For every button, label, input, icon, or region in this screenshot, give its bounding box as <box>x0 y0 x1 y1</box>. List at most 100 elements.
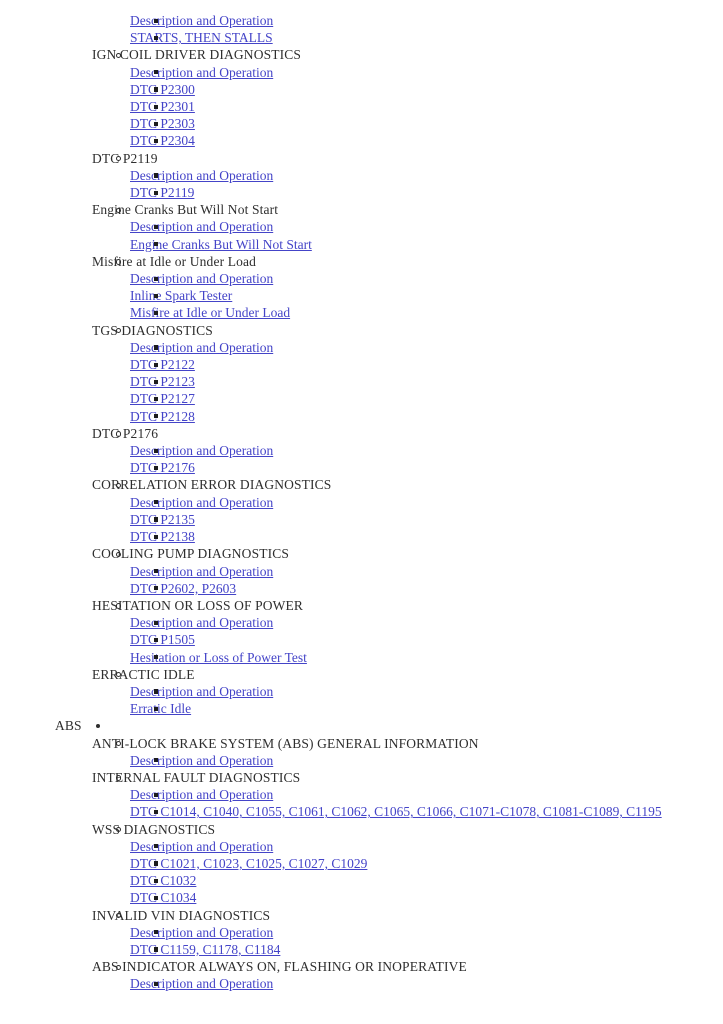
toc-link[interactable]: DTC P1505 <box>130 632 195 647</box>
toc-section-row: ABS INDICATOR ALWAYS ON, FLASHING OR INO… <box>92 958 723 975</box>
toc-link-list: Description and Operation Erratic Idle <box>92 683 723 717</box>
toc-link[interactable]: DTC P2123 <box>130 374 195 389</box>
toc-link[interactable]: DTC P2304 <box>130 133 195 148</box>
toc-link[interactable]: DTC P2122 <box>130 357 195 372</box>
toc-link[interactable]: Description and Operation <box>130 219 273 234</box>
toc-link-item: Description and Operation <box>92 924 723 941</box>
toc-link[interactable]: Description and Operation <box>130 839 273 854</box>
toc-link[interactable]: Description and Operation <box>130 65 273 80</box>
toc-link[interactable]: DTC P2135 <box>130 512 195 527</box>
toc-link[interactable]: Description and Operation <box>130 564 273 579</box>
toc-link-row: Description and Operation <box>130 563 723 580</box>
toc-section: TGS DIAGNOSTICS Description and Operation… <box>55 322 723 425</box>
toc-link-item: DTC C1014, C1040, C1055, C1061, C1062, C… <box>92 803 723 820</box>
toc-link[interactable]: Description and Operation <box>130 443 273 458</box>
toc-link-row: Description and Operation <box>130 218 723 235</box>
toc-link[interactable]: Hesitation or Loss of Power Test <box>130 650 307 665</box>
toc-link-row: DTC P2138 <box>130 528 723 545</box>
toc-section-heading: CORRELATION ERROR DIAGNOSTICS <box>92 477 332 493</box>
toc-link[interactable]: Inline Spark Tester <box>130 288 232 303</box>
toc-section-row: IGN COIL DRIVER DIAGNOSTICS <box>92 46 723 63</box>
toc-link-row: Description and Operation <box>130 270 723 287</box>
toc-link-item: DTC P2138 <box>92 528 723 545</box>
toc-section-row: Misfire at Idle or Under Load <box>92 253 723 270</box>
toc-link[interactable]: DTC C1034 <box>130 890 196 905</box>
toc-link[interactable]: DTC C1014, C1040, C1055, C1061, C1062, C… <box>130 804 662 819</box>
toc-link-row: Description and Operation <box>130 838 723 855</box>
toc-link[interactable]: DTC C1159, C1178, C1184 <box>130 942 280 957</box>
toc-link-row: STARTS, THEN STALLS <box>130 29 723 46</box>
toc-link-row: DTC C1021, C1023, C1025, C1027, C1029 <box>130 855 723 872</box>
toc-link-row: Engine Cranks But Will Not Start <box>130 236 723 253</box>
toc-link[interactable]: DTC C1032 <box>130 873 196 888</box>
toc-section-row: ERRACTIC IDLE <box>92 666 723 683</box>
toc-link-row: DTC P2303 <box>130 115 723 132</box>
toc-link[interactable]: Description and Operation <box>130 168 273 183</box>
toc-link[interactable]: Description and Operation <box>130 753 273 768</box>
toc-link[interactable]: DTC P2602, P2603 <box>130 581 236 596</box>
toc-group-abs: ABS ANTI-LOCK BRAKE SYSTEM (ABS) GENERAL … <box>0 717 723 992</box>
toc-link[interactable]: Description and Operation <box>130 13 273 28</box>
toc-section-heading: IGN COIL DRIVER DIAGNOSTICS <box>92 47 302 63</box>
toc-root-list: Description and Operation STARTS, THEN ST… <box>0 12 723 993</box>
toc-link[interactable]: Engine Cranks But Will Not Start <box>130 237 312 252</box>
toc-group-row: ABS <box>55 717 723 734</box>
toc-link[interactable]: STARTS, THEN STALLS <box>130 30 273 45</box>
toc-section: HESITATION OR LOSS OF POWER Description a… <box>55 597 723 666</box>
toc-link[interactable]: DTC C1021, C1023, C1025, C1027, C1029 <box>130 856 367 871</box>
toc-link-item: Inline Spark Tester <box>92 287 723 304</box>
toc-link[interactable]: Description and Operation <box>130 684 273 699</box>
toc-section-partial: Description and Operation STARTS, THEN ST… <box>55 12 723 46</box>
toc-link-item: DTC P2303 <box>92 115 723 132</box>
toc-link-list: Description and Operation DTC P2176 <box>92 442 723 476</box>
toc-link[interactable]: DTC P2138 <box>130 529 195 544</box>
toc-link[interactable]: DTC P2128 <box>130 409 195 424</box>
toc-link-row: DTC P1505 <box>130 631 723 648</box>
toc-link-row: Description and Operation <box>130 683 723 700</box>
toc-section: IGN COIL DRIVER DIAGNOSTICS Description a… <box>55 46 723 149</box>
toc-section-heading: Engine Cranks But Will Not Start <box>92 202 279 218</box>
toc-link-list: Description and Operation DTC P1505 Hesita… <box>92 614 723 666</box>
toc-link[interactable]: Description and Operation <box>130 615 273 630</box>
toc-section-heading: WSS DIAGNOSTICS <box>92 821 216 837</box>
toc-link[interactable]: Description and Operation <box>130 340 273 355</box>
toc-link-row: Description and Operation <box>130 786 723 803</box>
toc-link-item: Description and Operation <box>92 838 723 855</box>
toc-link-item: Description and Operation <box>92 12 723 29</box>
toc-link-row: Description and Operation <box>130 614 723 631</box>
toc-link-row: Description and Operation <box>130 752 723 769</box>
toc-link-list: Description and Operation DTC P2119 <box>92 167 723 201</box>
toc-section-heading: INVALID VIN DIAGNOSTICS <box>92 907 271 923</box>
toc-link[interactable]: DTC P2176 <box>130 460 195 475</box>
toc-section-heading: ANTI-LOCK BRAKE SYSTEM (ABS) GENERAL INF… <box>92 735 479 751</box>
toc-section-heading: DTC P2119 <box>92 150 158 166</box>
toc-link-row: Description and Operation <box>130 442 723 459</box>
toc-section-heading: COOLING PUMP DIAGNOSTICS <box>92 546 290 562</box>
toc-link[interactable]: DTC P2301 <box>130 99 195 114</box>
toc-section-heading: ERRACTIC IDLE <box>92 666 195 682</box>
toc-link-row: DTC P2119 <box>130 184 723 201</box>
toc-link[interactable]: DTC P2127 <box>130 391 195 406</box>
toc-link[interactable]: Description and Operation <box>130 495 273 510</box>
toc-link-list: Description and Operation DTC P2122 DTC P2… <box>92 339 723 425</box>
toc-link-row: Description and Operation <box>130 975 723 992</box>
toc-link-list: Description and Operation <box>92 975 723 992</box>
toc-section-row: DTC P2119 <box>92 150 723 167</box>
toc-link-row: DTC P2176 <box>130 459 723 476</box>
toc-link[interactable]: DTC P2303 <box>130 116 195 131</box>
toc-link-row: DTC P2135 <box>130 511 723 528</box>
toc-link[interactable]: Erratic Idle <box>130 701 191 716</box>
toc-section-row: TGS DIAGNOSTICS <box>92 322 723 339</box>
toc-group-continued: Description and Operation STARTS, THEN ST… <box>0 12 723 717</box>
toc-link[interactable]: DTC P2300 <box>130 82 195 97</box>
toc-link-item: DTC P2128 <box>92 408 723 425</box>
toc-link[interactable]: Description and Operation <box>130 271 273 286</box>
toc-link-item: Description and Operation <box>92 683 723 700</box>
toc-link[interactable]: Description and Operation <box>130 976 273 991</box>
toc-link[interactable]: Description and Operation <box>130 787 273 802</box>
toc-link-item: STARTS, THEN STALLS <box>92 29 723 46</box>
toc-section-row: ANTI-LOCK BRAKE SYSTEM (ABS) GENERAL INF… <box>92 735 723 752</box>
toc-link[interactable]: Misfire at Idle or Under Load <box>130 305 290 320</box>
toc-link[interactable]: DTC P2119 <box>130 185 194 200</box>
toc-link[interactable]: Description and Operation <box>130 925 273 940</box>
